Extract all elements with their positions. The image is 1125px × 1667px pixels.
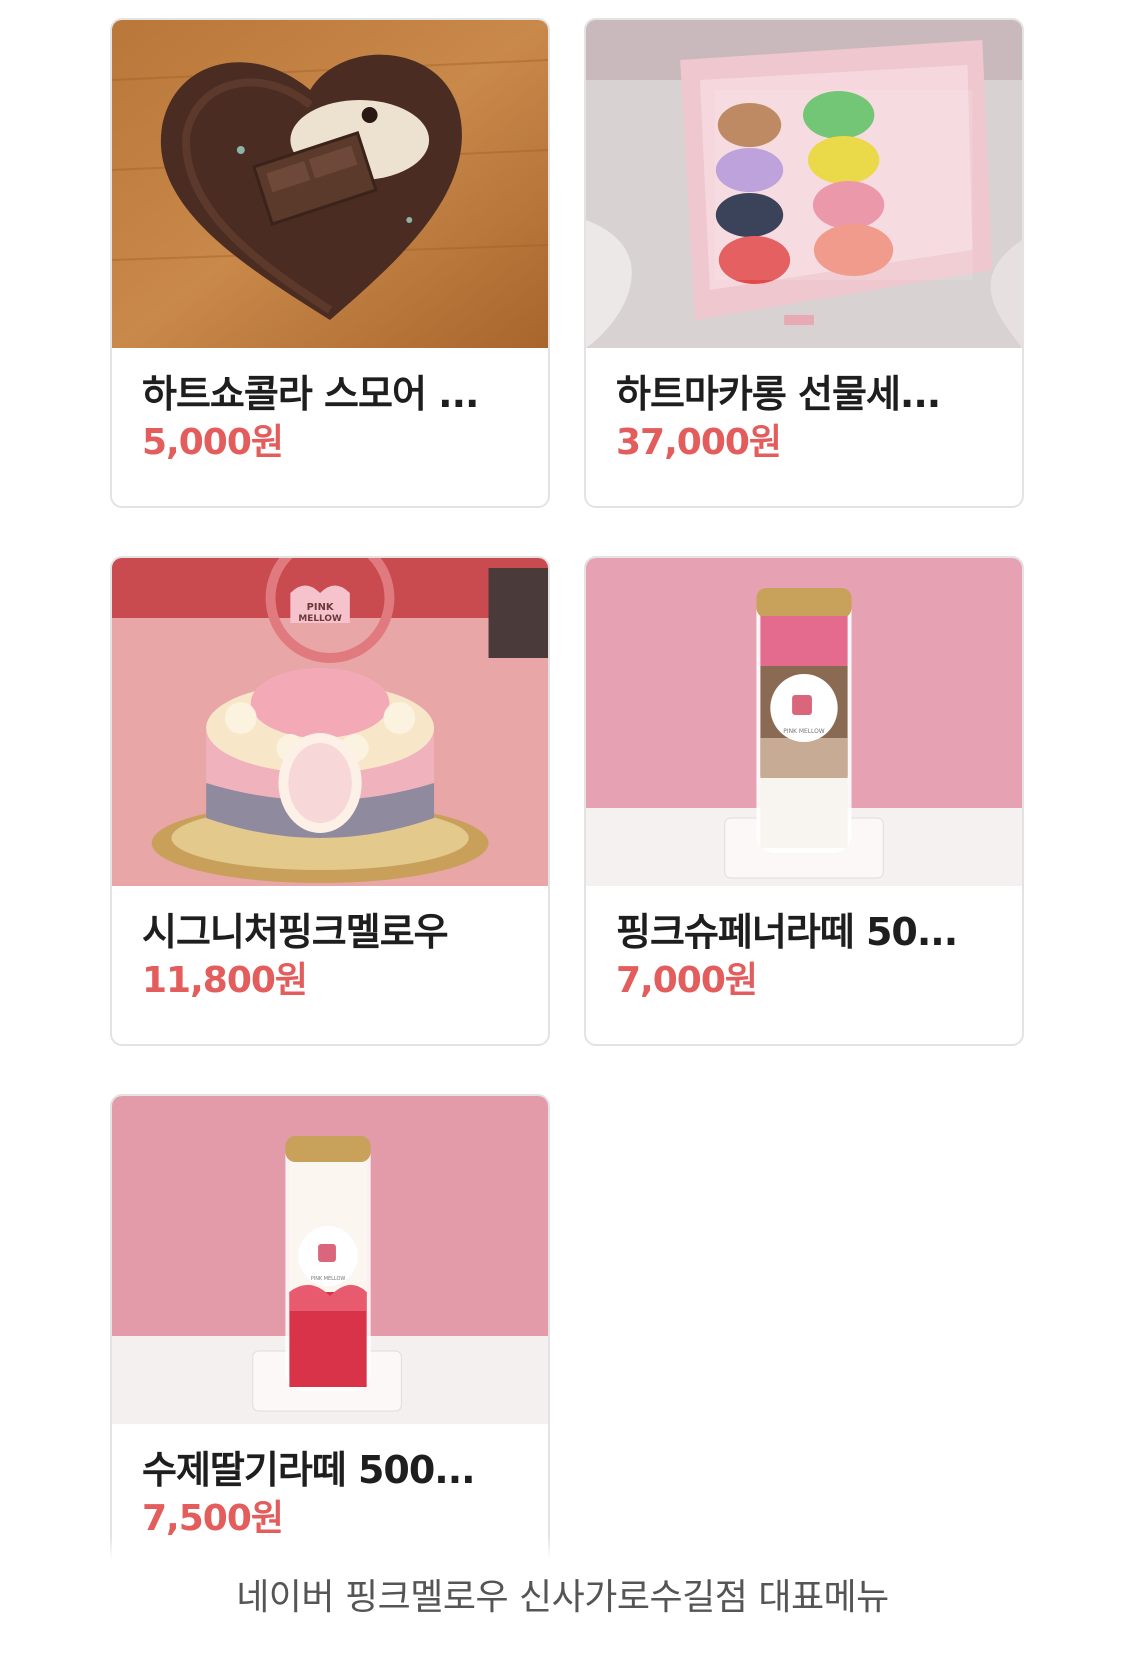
menu-card[interactable]: PINK MELLOW 핑크슈페너라떼 50... 7,000원 <box>584 556 1024 1046</box>
image-caption: 네이버 핑크멜로우 신사가로수길점 대표메뉴 <box>236 1577 889 1618</box>
menu-item-name: 하트쇼콜라 스모어 ... <box>142 372 479 416</box>
menu-card[interactable]: 하트쇼콜라 스모어 ... 5,000원 <box>110 18 550 508</box>
scroll-fade <box>60 1536 1070 1560</box>
svg-text:PINK MELLOW: PINK MELLOW <box>783 728 825 735</box>
product-photo-signature-pink-mellow-cake: PINK MELLOW <box>112 558 548 886</box>
menu-item-name: 하트마카롱 선물세... <box>616 372 941 416</box>
menu-item-price: 5,000원 <box>142 422 284 463</box>
menu-item-price: 37,000원 <box>616 422 782 463</box>
product-photo-strawberry-latte-bottle: PINK MELLOW <box>112 1096 548 1424</box>
svg-text:PINK MELLOW: PINK MELLOW <box>311 1276 346 1282</box>
menu-card[interactable]: PINK MELLOW 시그니처핑크멜로우 11,800원 <box>110 556 550 1046</box>
product-photo-heart-macaron-gift-box <box>586 20 1022 348</box>
menu-item-name: 핑크슈페너라떼 50... <box>616 910 958 954</box>
menu-card[interactable]: 하트마카롱 선물세... 37,000원 <box>584 18 1024 508</box>
product-photo-heart-chocolate-smore-cookie <box>112 20 548 348</box>
menu-item-name: 수제딸기라떼 500... <box>142 1448 476 1492</box>
menu-item-price: 7,000원 <box>616 960 758 1001</box>
svg-text:PINK: PINK <box>307 602 334 613</box>
svg-text:MELLOW: MELLOW <box>298 614 341 624</box>
product-photo-pink-einspanner-latte-bottle: PINK MELLOW <box>586 558 1022 886</box>
menu-item-price: 11,800원 <box>142 960 308 1001</box>
menu-item-name: 시그니처핑크멜로우 <box>142 910 449 954</box>
